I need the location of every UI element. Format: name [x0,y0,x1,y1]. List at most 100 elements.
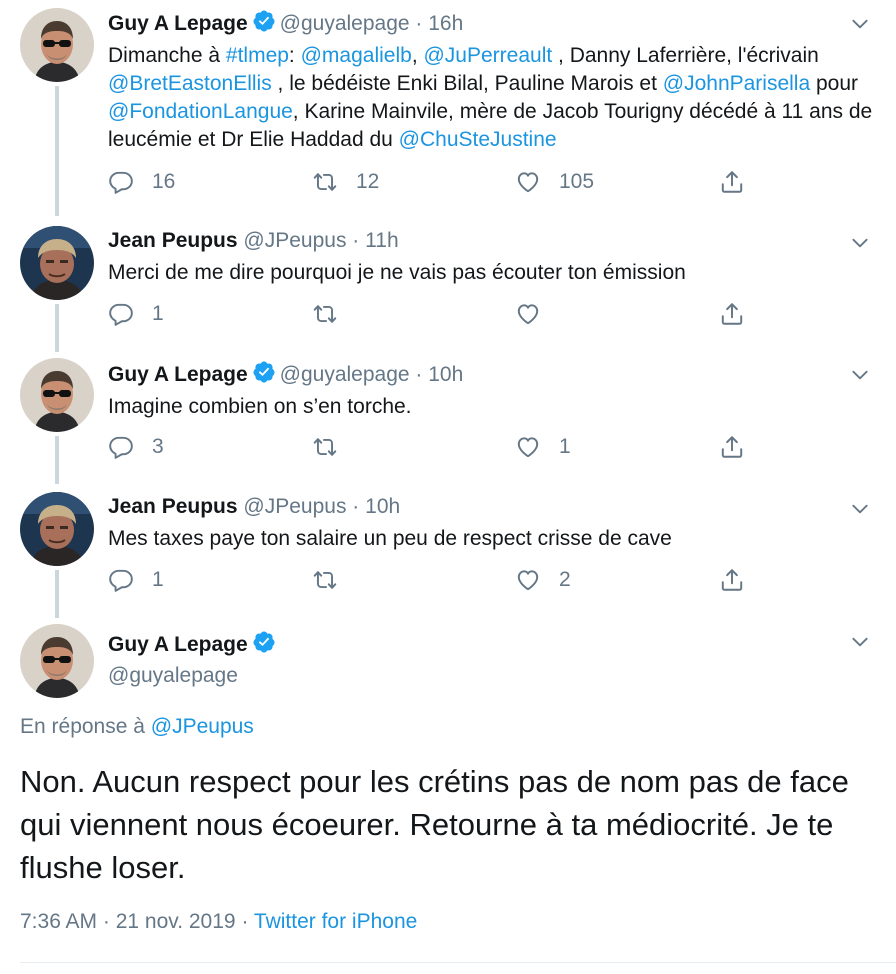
author-handle[interactable]: @guyalepage [108,664,238,688]
like-button[interactable]: 1 [515,432,571,462]
thread-line [55,86,59,216]
tweet-timestamp[interactable]: 7:36 AM · 21 nov. 2019 [20,910,236,933]
author-handle[interactable]: @guyalepage [280,12,410,35]
reply-icon [108,434,134,460]
tweet-time[interactable]: 11h [365,229,398,252]
tweet-actions: 3 1 [108,432,758,462]
mention-link[interactable]: @FondationLangue [108,100,293,123]
tweet-time[interactable]: 10h [428,363,463,386]
like-button[interactable] [515,299,559,329]
text-segment: Dimanche à [108,44,226,67]
reply-button[interactable]: 1 [108,565,164,595]
share-button[interactable] [719,565,745,595]
retweet-button[interactable] [312,432,356,462]
reply-button[interactable]: 3 [108,432,164,462]
chevron-down-icon[interactable] [850,233,870,253]
author-name[interactable]: Jean Peupus [108,229,238,252]
author-name[interactable]: Jean Peupus [108,495,238,518]
avatar[interactable] [20,8,94,82]
text-segment: , le bédéiste Enki Bilal, Pauline Marois… [271,72,663,95]
retweet-count: 12 [356,170,380,193]
reply-count: 1 [152,568,164,591]
reply-button[interactable]: 1 [108,299,164,329]
chevron-down-icon[interactable] [850,632,870,652]
text-segment: , [411,44,424,67]
retweet-button[interactable] [312,299,356,329]
retweet-button[interactable]: 12 [312,167,379,197]
author-name[interactable]: Guy A Lepage [108,363,248,386]
author-name[interactable]: Guy A Lepage [108,12,248,35]
tweet-header: Jean Peupus @JPeupus · 11h [108,228,399,254]
text-segment: pour [810,72,859,95]
chevron-down-icon[interactable] [850,499,870,519]
reply-prefix: En réponse à [20,715,151,738]
reply-count: 1 [152,302,164,325]
avatar[interactable] [20,492,94,566]
separator-dot: · [241,910,249,933]
mention-link[interactable]: @BretEastonEllis [108,72,272,95]
reply-icon [108,301,134,327]
reply-context: En réponse à @JPeupus [20,715,254,739]
like-icon [515,301,541,327]
tweet-text: Merci de me dire pourquoi je ne vais pas… [108,261,686,284]
retweet-icon [312,301,338,327]
share-icon [719,169,745,195]
hashtag-link[interactable]: #tlmep [226,44,289,67]
text-segment: , Danny Laferrière, l'écrivain [552,44,819,67]
like-count: 1 [559,435,571,458]
mention-link[interactable]: @magalielb [301,44,412,67]
share-button[interactable] [719,432,745,462]
verified-badge-icon [252,9,276,33]
avatar[interactable] [20,358,94,432]
share-button[interactable] [719,299,745,329]
tweet-text: Imagine combien on s’en torche. [108,395,412,418]
reply-icon [108,567,134,593]
text-segment: : [288,44,301,67]
tweet-text: Mes taxes paye ton salaire un peu de res… [108,527,672,550]
mention-link[interactable]: @JohnParisella [663,72,810,95]
source-link[interactable]: Twitter for iPhone [254,910,417,933]
mention-link[interactable]: @ChuSteJustine [399,128,557,151]
like-count: 105 [559,170,595,193]
chevron-down-icon[interactable] [850,14,870,34]
tweet-actions: 1 2 [108,565,758,595]
like-button[interactable]: 2 [515,565,571,595]
tweet-header: Guy A Lepage @guyalepage · 10h [108,360,463,388]
author-handle[interactable]: @JPeupus [243,495,346,518]
reply-count: 3 [152,435,164,458]
like-icon [515,169,541,195]
tweet-actions: 16 12 105 [108,167,758,197]
separator-dot: · [352,229,360,252]
share-button[interactable] [719,167,745,197]
like-button[interactable]: 105 [515,167,594,197]
like-count: 2 [559,568,571,591]
author-handle[interactable]: @guyalepage [280,363,410,386]
tweet-header: Jean Peupus @JPeupus · 10h [108,494,400,520]
reply-button[interactable]: 16 [108,167,175,197]
tweet-time[interactable]: 10h [365,495,400,518]
retweet-icon [312,567,338,593]
avatar[interactable] [20,226,94,300]
retweet-icon [312,169,338,195]
thread-line [55,436,59,484]
thread-line [55,304,59,352]
retweet-button[interactable] [312,565,356,595]
author-handle[interactable]: @JPeupus [243,229,346,252]
share-icon [719,301,745,327]
reply-count: 16 [152,170,176,193]
author-name-row: Guy A Lepage [108,630,280,657]
tweet-actions: 1 [108,299,758,329]
tweet-time[interactable]: 16h [428,12,463,35]
reply-to-link[interactable]: @JPeupus [151,715,254,738]
avatar[interactable] [20,624,94,698]
tweet-header: Guy A Lepage @guyalepage · 16h [108,9,463,37]
reply-icon [108,169,134,195]
mention-link[interactable]: @JuPerreault [423,44,552,67]
tweet-text: Non. Aucun respect pour les crétins pas … [20,764,849,885]
retweet-icon [312,434,338,460]
chevron-down-icon[interactable] [850,365,870,385]
tweet-text: Dimanche à #tlmep: @magalielb, @JuPerrea… [108,42,883,154]
author-name[interactable]: Guy A Lepage [108,633,248,656]
share-icon [719,567,745,593]
like-icon [515,434,541,460]
